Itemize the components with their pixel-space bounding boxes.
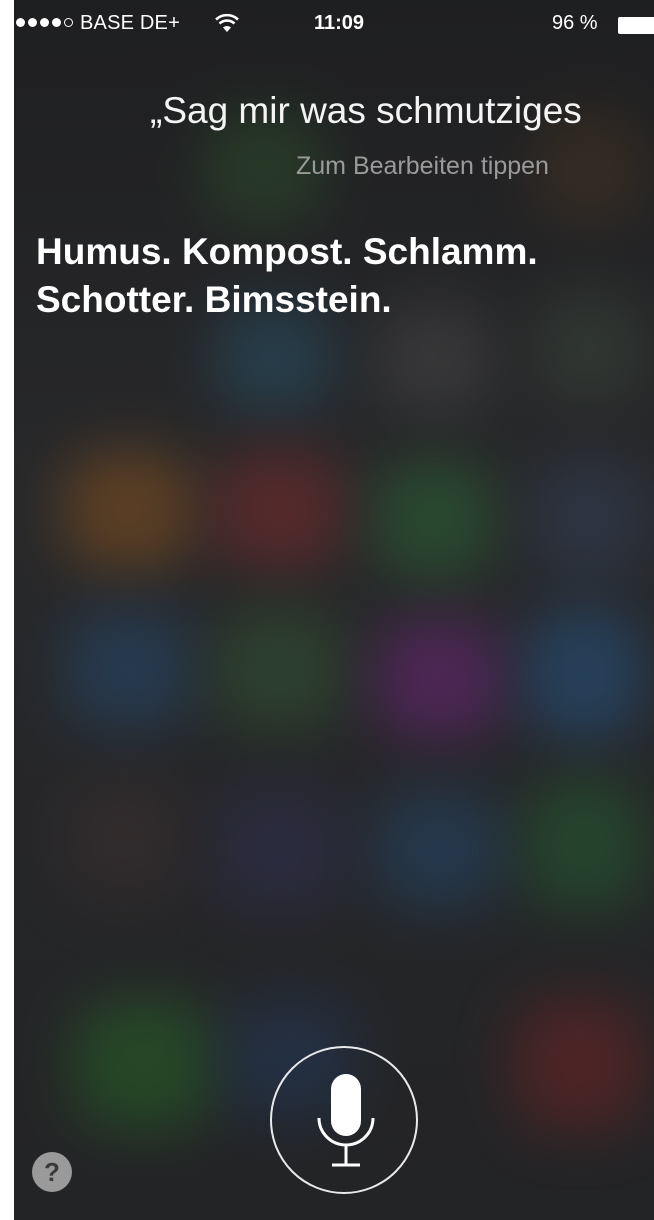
signal-dot — [64, 18, 73, 27]
microphone-button[interactable] — [270, 1046, 418, 1194]
signal-dot — [52, 18, 61, 27]
battery-percentage: 96 % — [552, 12, 598, 34]
signal-dot — [40, 18, 49, 27]
carrier-name: BASE DE+ — [80, 12, 180, 34]
answer-line: Humus. Kompost. Schlamm. — [36, 231, 538, 272]
status-bar: BASE DE+ 11:09 96 % — [14, 0, 654, 44]
siri-screen: BASE DE+ 11:09 96 % „Sag mir was schmutz… — [14, 0, 654, 1220]
clock: 11:09 — [314, 12, 365, 34]
tap-to-edit-hint[interactable]: Zum Bearbeiten tippen — [296, 152, 549, 181]
wifi-icon — [215, 13, 239, 32]
microphone-icon — [317, 1074, 375, 1167]
siri-query-text[interactable]: „Sag mir was schmutziges — [150, 90, 582, 132]
signal-dot — [16, 18, 25, 27]
answer-line: Schotter. Bimsstein. — [36, 279, 392, 320]
signal-dot — [28, 18, 37, 27]
help-button[interactable]: ? — [32, 1152, 72, 1192]
battery-icon — [618, 17, 654, 34]
siri-answer: Humus. Kompost. Schlamm. Schotter. Bimss… — [36, 228, 636, 324]
signal-strength-icon — [16, 18, 73, 27]
